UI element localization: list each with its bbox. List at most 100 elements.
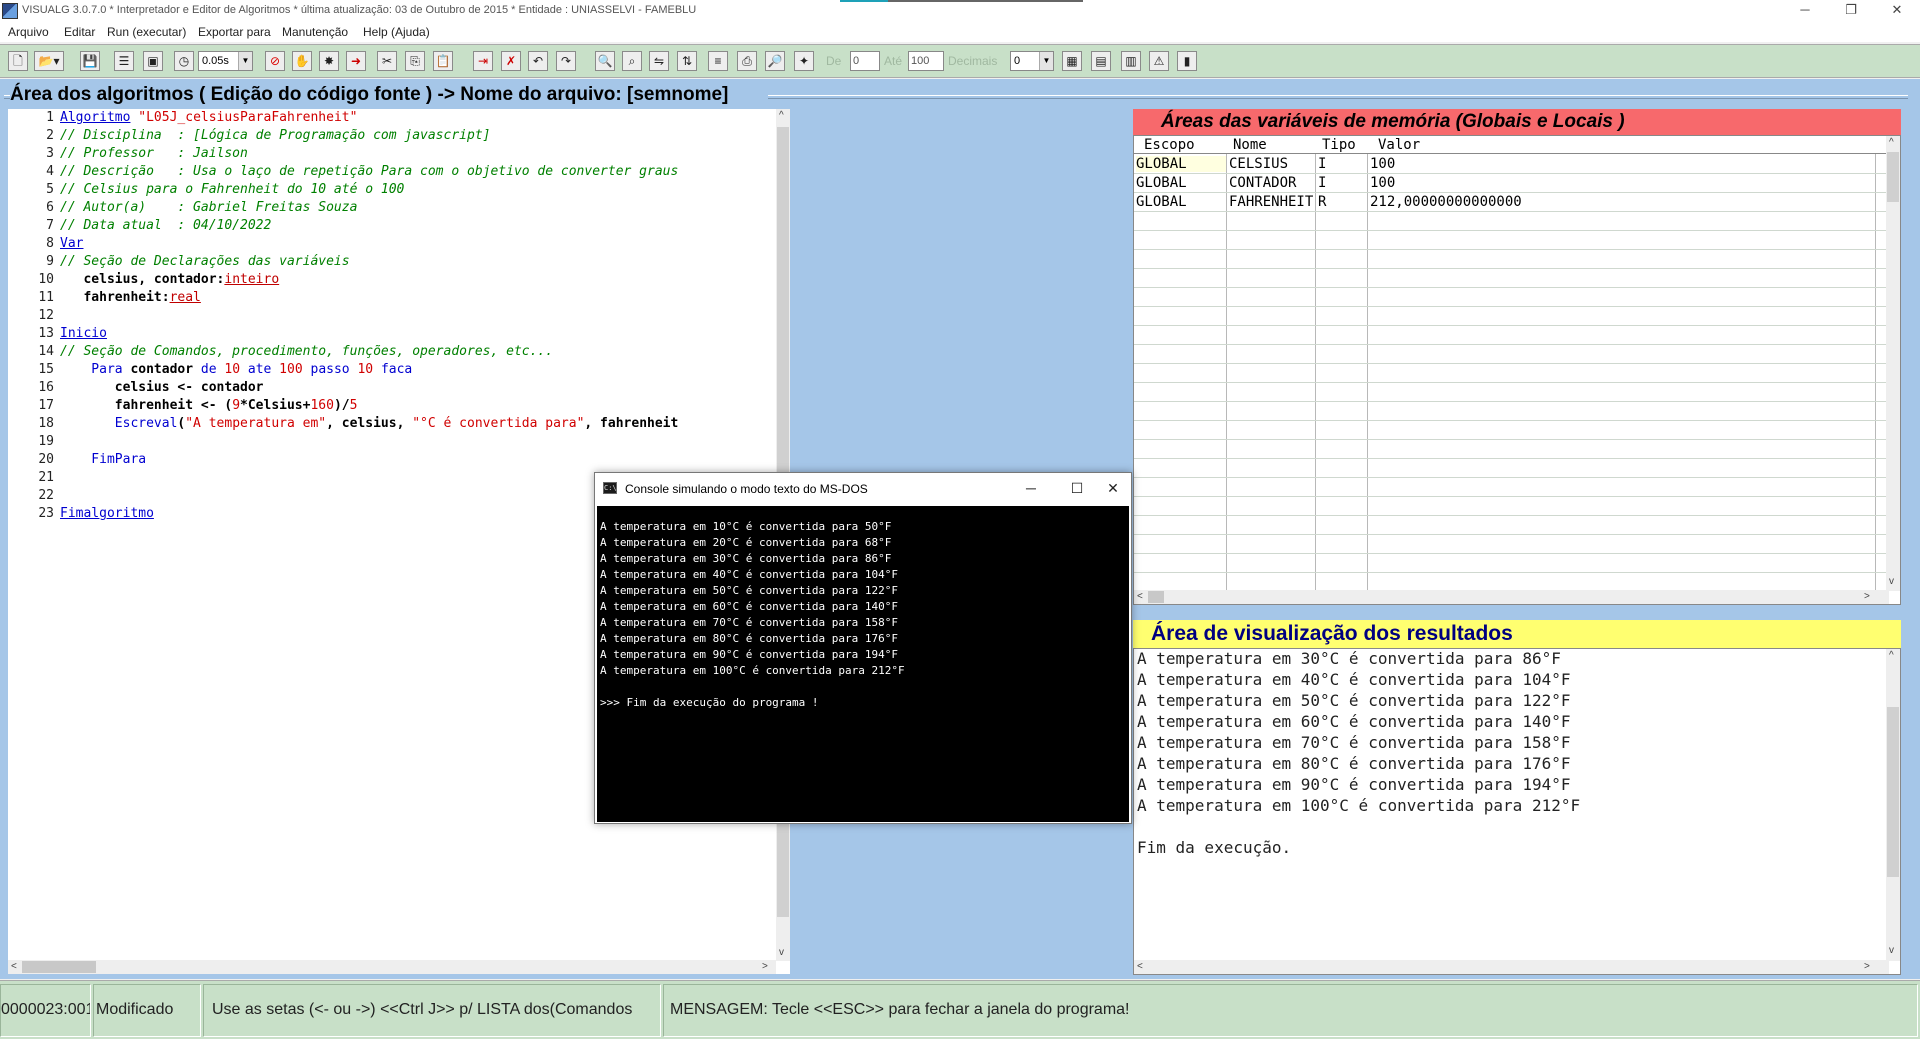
indent-icon[interactable]: ⇥ [473, 51, 493, 71]
open-file-icon[interactable]: 📂▾ [34, 51, 64, 71]
results-vertical-scrollbar[interactable]: ^ v [1886, 649, 1900, 961]
calendar-icon[interactable]: ▦ [1062, 51, 1082, 71]
console-icon: C:\ [603, 482, 617, 494]
magic-wand-icon[interactable]: ✦ [794, 51, 814, 71]
restore-button[interactable]: ❐ [1828, 0, 1874, 22]
menu-manutencao[interactable]: Manutenção [282, 25, 348, 39]
de-label: De [826, 54, 842, 68]
console-minimize-button[interactable]: ─ [1013, 476, 1049, 500]
table-icon[interactable]: ▥ [1121, 51, 1141, 71]
chevron-down-icon[interactable]: v [1889, 945, 1894, 956]
scroll-thumb[interactable] [1148, 591, 1164, 603]
chevron-left-icon[interactable]: < [11, 961, 17, 972]
breakpoint-icon[interactable]: ✸ [319, 51, 339, 71]
cut-icon[interactable]: ✂ [377, 51, 397, 71]
output-line: A temperatura em 60°C é convertida para … [1137, 712, 1571, 731]
table-row [1134, 440, 1889, 459]
scroll-thumb[interactable] [22, 961, 96, 973]
save-icon[interactable]: 💾 [80, 51, 100, 71]
chevron-right-icon[interactable]: > [762, 961, 768, 972]
output-line: A temperatura em 30°C é convertida para … [1137, 649, 1561, 668]
menu-run[interactable]: Run (executar) [107, 25, 186, 39]
console-title: Console simulando o modo texto do MS-DOS [625, 482, 868, 496]
chevron-down-icon[interactable]: v [1889, 576, 1894, 587]
chevron-right-icon[interactable]: > [1864, 961, 1870, 972]
console-maximize-button[interactable]: ☐ [1059, 476, 1095, 500]
exit-door-icon[interactable]: ▮ [1177, 51, 1197, 71]
variables-header: Áreas das variáveis de memória (Globais … [1133, 109, 1901, 135]
table-row [1134, 459, 1889, 478]
table-row[interactable]: GLOBAL CELSIUS I 100 [1134, 155, 1889, 174]
cursor-position: 0000023:001 [0, 984, 91, 1037]
chevron-up-icon[interactable]: ^ [779, 110, 784, 121]
goto-icon[interactable]: ➜ [346, 51, 366, 71]
table-row [1134, 402, 1889, 421]
close-button[interactable]: ✕ [1874, 0, 1920, 22]
run-step-icon[interactable]: ☰ [114, 51, 134, 71]
chevron-left-icon[interactable]: < [1137, 961, 1143, 972]
chevron-down-icon[interactable]: v [779, 947, 784, 958]
find-next-icon[interactable]: ⌕ [622, 51, 642, 71]
scroll-thumb[interactable] [1887, 707, 1899, 877]
alert-icon[interactable]: ⚠ [1149, 51, 1169, 71]
undo-icon[interactable]: ↶ [528, 51, 548, 71]
new-file-icon[interactable]: 🗋 [8, 51, 28, 71]
variables-vertical-scrollbar[interactable]: ^ v [1886, 136, 1900, 591]
copy-icon[interactable]: ⎘ [405, 51, 425, 71]
table-row [1134, 326, 1889, 345]
console-window[interactable]: C:\ Console simulando o modo texto do MS… [594, 472, 1132, 824]
preview-icon[interactable]: 🔎 [765, 51, 785, 71]
column-nome[interactable]: Nome [1233, 137, 1267, 153]
run-icon[interactable]: ▣ [143, 51, 163, 71]
table-row [1134, 364, 1889, 383]
table-row [1134, 535, 1889, 554]
console-line: A temperatura em 60°C é convertida para … [600, 600, 899, 613]
results-horizontal-scrollbar[interactable]: < > [1134, 960, 1889, 974]
results-output[interactable]: A temperatura em 30°C é convertida para … [1133, 648, 1901, 975]
console-line: A temperatura em 90°C é convertida para … [600, 648, 899, 661]
variables-table[interactable]: Escopo Nome Tipo Valor GLOBAL CELSIUS I … [1133, 135, 1901, 605]
variables-horizontal-scrollbar[interactable]: < > [1134, 590, 1889, 604]
console-line: A temperatura em 70°C é convertida para … [600, 616, 899, 629]
menu-exportar[interactable]: Exportar para [198, 25, 271, 39]
table-row [1134, 554, 1889, 573]
table-row[interactable]: GLOBAL FAHRENHEIT R 212,00000000000000 [1134, 193, 1889, 212]
print-icon[interactable]: ⎙ [737, 51, 757, 71]
paste-icon[interactable]: 📋 [433, 51, 453, 71]
timer-icon[interactable]: ◷ [174, 51, 194, 71]
chevron-left-icon[interactable]: < [1137, 591, 1143, 602]
column-escopo[interactable]: Escopo [1144, 137, 1195, 153]
menu-help[interactable]: Help (Ajuda) [363, 25, 430, 39]
find-icon[interactable]: 🔍 [595, 51, 615, 71]
chevron-down-icon: ▼ [238, 52, 252, 70]
calculator-icon[interactable]: ▤ [1091, 51, 1111, 71]
table-row[interactable]: GLOBAL CONTADOR I 100 [1134, 174, 1889, 193]
minimize-button[interactable]: ─ [1782, 0, 1828, 22]
format-icon[interactable]: ≡ [708, 51, 728, 71]
replace-icon[interactable]: ⇋ [649, 51, 669, 71]
chevron-up-icon[interactable]: ^ [1889, 650, 1894, 661]
pause-hand-icon[interactable]: ✋ [292, 51, 312, 71]
scroll-thumb[interactable] [1887, 152, 1899, 202]
menu-arquivo[interactable]: Arquivo [8, 25, 49, 39]
sort-icon[interactable]: ⇅ [677, 51, 697, 71]
status-message: MENSAGEM: Tecle <<ESC>> para fechar a ja… [663, 984, 1918, 1037]
column-valor[interactable]: Valor [1378, 137, 1420, 153]
chevron-right-icon[interactable]: > [1864, 591, 1870, 602]
stop-icon[interactable]: ⊘ [265, 51, 285, 71]
column-tipo[interactable]: Tipo [1322, 137, 1356, 153]
console-close-button[interactable]: ✕ [1095, 476, 1131, 500]
menu-editar[interactable]: Editar [64, 25, 95, 39]
table-row [1134, 497, 1889, 516]
ate-input[interactable]: 100 [908, 51, 944, 71]
speed-select[interactable]: 0.05s ▼ [198, 51, 253, 71]
decimais-select[interactable]: 0 ▼ [1010, 51, 1054, 71]
table-row [1134, 269, 1889, 288]
console-line: A temperatura em 50°C é convertida para … [600, 584, 899, 597]
table-row [1134, 250, 1889, 269]
delete-icon[interactable]: ✗ [501, 51, 521, 71]
chevron-up-icon[interactable]: ^ [1889, 137, 1894, 148]
de-input[interactable]: 0 [850, 51, 880, 71]
redo-icon[interactable]: ↷ [556, 51, 576, 71]
editor-horizontal-scrollbar[interactable]: < > [8, 960, 776, 974]
